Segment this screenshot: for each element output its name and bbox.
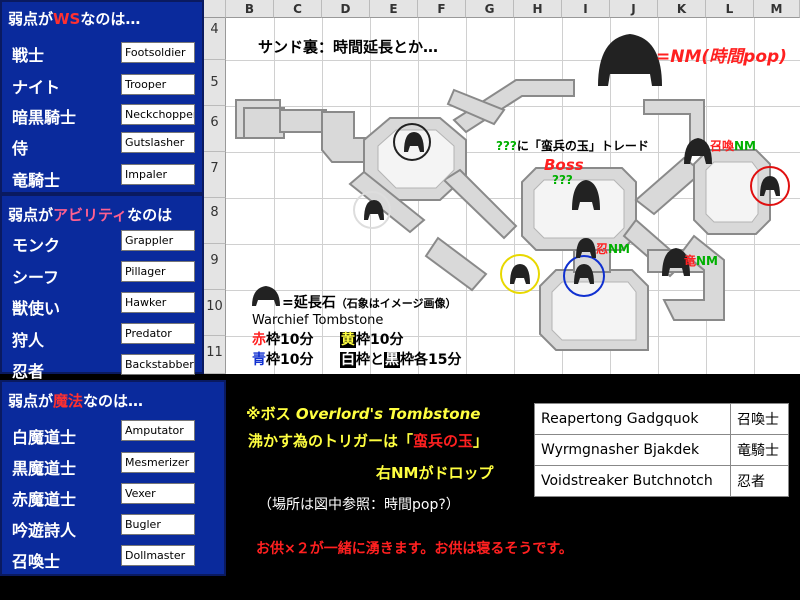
nm-name-cell: Voidstreaker Butchnotch — [534, 465, 731, 497]
ability-panel-header: 弱点がアビリティなのは — [8, 206, 173, 224]
nm-table: Reapertong Gadgquok 召喚士 Wyrmgnasher Bjak… — [534, 403, 789, 497]
map-title: サンド裏：時間延長とか… — [258, 38, 439, 56]
ws-weakness-panel: 弱点がWSなのは… 戦士 Footsoldier ナイト Trooper 暗黒騎… — [0, 0, 204, 194]
time-red-blue: 赤枠10分 青枠10分 — [252, 332, 314, 368]
drop-line: 右NMがドロップ — [376, 464, 494, 482]
job-label: 狩人 — [12, 331, 45, 350]
job-label: 吟遊詩人 — [12, 521, 77, 540]
job-label: 竜騎士 — [12, 171, 61, 190]
job-label: 獣使い — [12, 299, 61, 318]
job-label: 暗黒騎士 — [12, 108, 77, 127]
tombstone-legend: =延長石（石象はイメージ画像） — [282, 295, 457, 311]
table-row: Reapertong Gadgquok 召喚士 — [534, 403, 789, 435]
monster-name-box: Amputator — [121, 420, 195, 441]
monster-name-box: Mesmerizer — [121, 452, 195, 473]
monster-name-box: Backstabber — [121, 354, 195, 375]
companion-note: お供×２が一緒に湧きます。お供は寝るそうです。 — [256, 541, 573, 557]
trade-instruction: ???に「蛮兵の玉」トレード — [496, 139, 649, 153]
monster-name-box: Trooper — [121, 74, 195, 95]
table-row: Voidstreaker Butchnotch 忍者 — [534, 465, 789, 497]
nm-job-cell: 召喚士 — [730, 403, 789, 435]
ability-weakness-panel: 弱点がアビリティなのは モンク Grappler シーフ Pillager 獣使… — [0, 194, 204, 381]
nm-name-cell: Wyrmgnasher Bjakdek — [534, 434, 731, 466]
monster-name-box: Predator — [121, 323, 195, 344]
job-label: 召喚士 — [12, 552, 61, 571]
ws-panel-header: 弱点がWSなのは… — [8, 10, 141, 28]
monster-name-box: Vexer — [121, 483, 195, 504]
nm-job-cell: 忍者 — [730, 465, 789, 497]
monster-name-box: Dollmaster — [121, 545, 195, 566]
job-label: ナイト — [12, 78, 61, 97]
job-label: 黒魔道士 — [12, 459, 77, 478]
monster-name-box: Impaler — [121, 164, 195, 185]
boss-name-line: ※ボス Overlord's Tombstone — [246, 405, 481, 423]
magic-panel-header: 弱点が魔法なのは… — [8, 392, 144, 410]
job-label: 赤魔道士 — [12, 490, 77, 509]
summoner-nm-label: 召喚NM — [710, 139, 756, 153]
magic-weakness-panel: 弱点が魔法なのは… 白魔道士 Amputator 黒魔道士 Mesmerizer… — [0, 380, 226, 576]
location-line: （場所は図中参照：時間pop?） — [258, 497, 460, 513]
nm-job-cell: 竜騎士 — [730, 434, 789, 466]
nm-name-cell: Reapertong Gadgquok — [534, 403, 731, 435]
time-yellow-white: 黄枠10分 白枠と黒枠各15分 — [340, 332, 462, 368]
monster-name-box: Grappler — [121, 230, 195, 251]
map-area: B C D E F G H I J K L M 4 5 6 7 8 9 10 1… — [204, 0, 800, 374]
monster-name-box: Footsoldier — [121, 42, 195, 63]
monster-name-box: Hawker — [121, 292, 195, 313]
trigger-line: 沸かす為のトリガーは「蛮兵の玉」 — [248, 432, 489, 450]
monster-name-box: Pillager — [121, 261, 195, 282]
job-label: 白魔道士 — [12, 428, 77, 447]
tombstone-name: Warchief Tombstone — [252, 313, 384, 328]
boss-label: Boss — [544, 156, 584, 174]
ninja-nm-label: 忍NM — [596, 242, 630, 256]
monster-name-box: Gutslasher — [121, 132, 195, 153]
job-label: 忍者 — [12, 362, 45, 381]
table-row: Wyrmgnasher Bjakdek 竜騎士 — [534, 434, 789, 466]
monster-name-box: Bugler — [121, 514, 195, 535]
job-label: モンク — [12, 236, 61, 255]
nm-legend-label: =NM(時間pop) — [656, 47, 787, 67]
job-label: 侍 — [12, 139, 29, 158]
monster-name-box: Neckchopper — [121, 104, 195, 125]
job-label: シーフ — [12, 268, 60, 287]
dragoon-nm-label: 竜NM — [684, 254, 718, 268]
job-label: 戦士 — [12, 46, 45, 65]
boss-question-marks: ??? — [552, 173, 573, 187]
